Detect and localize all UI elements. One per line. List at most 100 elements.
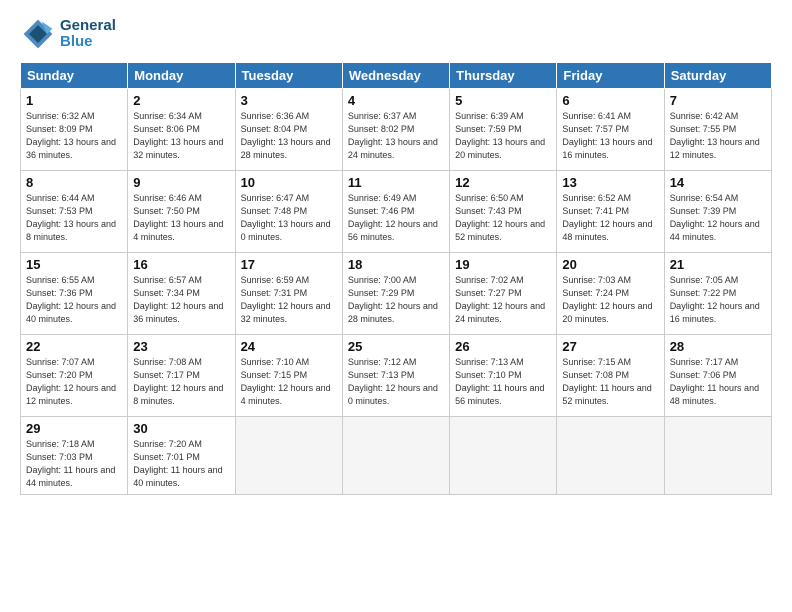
table-row: 5 Sunrise: 6:39 AMSunset: 7:59 PMDayligh… (450, 89, 557, 171)
day-info: Sunrise: 6:57 AMSunset: 7:34 PMDaylight:… (133, 274, 229, 326)
table-row: 25 Sunrise: 7:12 AMSunset: 7:13 PMDaylig… (342, 335, 449, 417)
day-info: Sunrise: 7:15 AMSunset: 7:08 PMDaylight:… (562, 356, 658, 408)
day-number: 20 (562, 257, 658, 272)
table-row: 10 Sunrise: 6:47 AMSunset: 7:48 PMDaylig… (235, 171, 342, 253)
table-row (664, 417, 771, 495)
day-number: 6 (562, 93, 658, 108)
logo-icon (20, 16, 56, 52)
calendar-header-row: Sunday Monday Tuesday Wednesday Thursday… (21, 63, 772, 89)
day-number: 3 (241, 93, 337, 108)
table-row: 9 Sunrise: 6:46 AMSunset: 7:50 PMDayligh… (128, 171, 235, 253)
day-info: Sunrise: 6:32 AMSunset: 8:09 PMDaylight:… (26, 110, 122, 162)
table-row: 15 Sunrise: 6:55 AMSunset: 7:36 PMDaylig… (21, 253, 128, 335)
col-sunday: Sunday (21, 63, 128, 89)
table-row: 3 Sunrise: 6:36 AMSunset: 8:04 PMDayligh… (235, 89, 342, 171)
day-info: Sunrise: 7:00 AMSunset: 7:29 PMDaylight:… (348, 274, 444, 326)
day-info: Sunrise: 7:18 AMSunset: 7:03 PMDaylight:… (26, 438, 122, 490)
table-row: 2 Sunrise: 6:34 AMSunset: 8:06 PMDayligh… (128, 89, 235, 171)
day-info: Sunrise: 7:07 AMSunset: 7:20 PMDaylight:… (26, 356, 122, 408)
col-monday: Monday (128, 63, 235, 89)
day-number: 30 (133, 421, 229, 436)
day-info: Sunrise: 6:39 AMSunset: 7:59 PMDaylight:… (455, 110, 551, 162)
day-info: Sunrise: 7:03 AMSunset: 7:24 PMDaylight:… (562, 274, 658, 326)
table-row: 11 Sunrise: 6:49 AMSunset: 7:46 PMDaylig… (342, 171, 449, 253)
day-number: 10 (241, 175, 337, 190)
day-info: Sunrise: 7:05 AMSunset: 7:22 PMDaylight:… (670, 274, 766, 326)
table-row (342, 417, 449, 495)
col-wednesday: Wednesday (342, 63, 449, 89)
logo: General Blue (20, 16, 116, 52)
day-info: Sunrise: 6:52 AMSunset: 7:41 PMDaylight:… (562, 192, 658, 244)
table-row: 16 Sunrise: 6:57 AMSunset: 7:34 PMDaylig… (128, 253, 235, 335)
table-row: 21 Sunrise: 7:05 AMSunset: 7:22 PMDaylig… (664, 253, 771, 335)
calendar: Sunday Monday Tuesday Wednesday Thursday… (20, 62, 772, 495)
table-row: 1 Sunrise: 6:32 AMSunset: 8:09 PMDayligh… (21, 89, 128, 171)
day-number: 18 (348, 257, 444, 272)
day-info: Sunrise: 7:20 AMSunset: 7:01 PMDaylight:… (133, 438, 229, 490)
table-row: 7 Sunrise: 6:42 AMSunset: 7:55 PMDayligh… (664, 89, 771, 171)
day-number: 23 (133, 339, 229, 354)
day-number: 1 (26, 93, 122, 108)
day-info: Sunrise: 6:42 AMSunset: 7:55 PMDaylight:… (670, 110, 766, 162)
table-row: 23 Sunrise: 7:08 AMSunset: 7:17 PMDaylig… (128, 335, 235, 417)
col-friday: Friday (557, 63, 664, 89)
table-row: 19 Sunrise: 7:02 AMSunset: 7:27 PMDaylig… (450, 253, 557, 335)
day-number: 16 (133, 257, 229, 272)
table-row: 13 Sunrise: 6:52 AMSunset: 7:41 PMDaylig… (557, 171, 664, 253)
day-info: Sunrise: 6:47 AMSunset: 7:48 PMDaylight:… (241, 192, 337, 244)
day-info: Sunrise: 6:46 AMSunset: 7:50 PMDaylight:… (133, 192, 229, 244)
table-row: 8 Sunrise: 6:44 AMSunset: 7:53 PMDayligh… (21, 171, 128, 253)
day-number: 26 (455, 339, 551, 354)
table-row: 12 Sunrise: 6:50 AMSunset: 7:43 PMDaylig… (450, 171, 557, 253)
table-row: 20 Sunrise: 7:03 AMSunset: 7:24 PMDaylig… (557, 253, 664, 335)
table-row: 28 Sunrise: 7:17 AMSunset: 7:06 PMDaylig… (664, 335, 771, 417)
day-info: Sunrise: 7:13 AMSunset: 7:10 PMDaylight:… (455, 356, 551, 408)
table-row: 22 Sunrise: 7:07 AMSunset: 7:20 PMDaylig… (21, 335, 128, 417)
day-number: 25 (348, 339, 444, 354)
day-number: 9 (133, 175, 229, 190)
day-info: Sunrise: 6:49 AMSunset: 7:46 PMDaylight:… (348, 192, 444, 244)
table-row: 27 Sunrise: 7:15 AMSunset: 7:08 PMDaylig… (557, 335, 664, 417)
table-row (557, 417, 664, 495)
day-info: Sunrise: 6:36 AMSunset: 8:04 PMDaylight:… (241, 110, 337, 162)
day-info: Sunrise: 7:10 AMSunset: 7:15 PMDaylight:… (241, 356, 337, 408)
day-info: Sunrise: 6:50 AMSunset: 7:43 PMDaylight:… (455, 192, 551, 244)
table-row: 18 Sunrise: 7:00 AMSunset: 7:29 PMDaylig… (342, 253, 449, 335)
day-number: 13 (562, 175, 658, 190)
table-row: 30 Sunrise: 7:20 AMSunset: 7:01 PMDaylig… (128, 417, 235, 495)
day-number: 12 (455, 175, 551, 190)
col-thursday: Thursday (450, 63, 557, 89)
page: General Blue Sunday Monday Tuesday Wedne… (0, 0, 792, 612)
day-info: Sunrise: 7:08 AMSunset: 7:17 PMDaylight:… (133, 356, 229, 408)
day-number: 4 (348, 93, 444, 108)
day-info: Sunrise: 6:34 AMSunset: 8:06 PMDaylight:… (133, 110, 229, 162)
table-row: 26 Sunrise: 7:13 AMSunset: 7:10 PMDaylig… (450, 335, 557, 417)
day-number: 29 (26, 421, 122, 436)
day-number: 5 (455, 93, 551, 108)
day-info: Sunrise: 6:59 AMSunset: 7:31 PMDaylight:… (241, 274, 337, 326)
col-tuesday: Tuesday (235, 63, 342, 89)
calendar-body: 1 Sunrise: 6:32 AMSunset: 8:09 PMDayligh… (21, 89, 772, 495)
day-number: 15 (26, 257, 122, 272)
table-row: 14 Sunrise: 6:54 AMSunset: 7:39 PMDaylig… (664, 171, 771, 253)
table-row: 24 Sunrise: 7:10 AMSunset: 7:15 PMDaylig… (235, 335, 342, 417)
day-number: 17 (241, 257, 337, 272)
day-info: Sunrise: 7:17 AMSunset: 7:06 PMDaylight:… (670, 356, 766, 408)
header: General Blue (20, 16, 772, 52)
day-info: Sunrise: 6:41 AMSunset: 7:57 PMDaylight:… (562, 110, 658, 162)
day-number: 22 (26, 339, 122, 354)
table-row (450, 417, 557, 495)
day-number: 14 (670, 175, 766, 190)
day-info: Sunrise: 6:44 AMSunset: 7:53 PMDaylight:… (26, 192, 122, 244)
day-info: Sunrise: 6:37 AMSunset: 8:02 PMDaylight:… (348, 110, 444, 162)
day-info: Sunrise: 7:12 AMSunset: 7:13 PMDaylight:… (348, 356, 444, 408)
day-info: Sunrise: 7:02 AMSunset: 7:27 PMDaylight:… (455, 274, 551, 326)
day-number: 19 (455, 257, 551, 272)
day-number: 8 (26, 175, 122, 190)
day-number: 27 (562, 339, 658, 354)
table-row: 17 Sunrise: 6:59 AMSunset: 7:31 PMDaylig… (235, 253, 342, 335)
col-saturday: Saturday (664, 63, 771, 89)
table-row: 4 Sunrise: 6:37 AMSunset: 8:02 PMDayligh… (342, 89, 449, 171)
table-row (235, 417, 342, 495)
day-info: Sunrise: 6:55 AMSunset: 7:36 PMDaylight:… (26, 274, 122, 326)
